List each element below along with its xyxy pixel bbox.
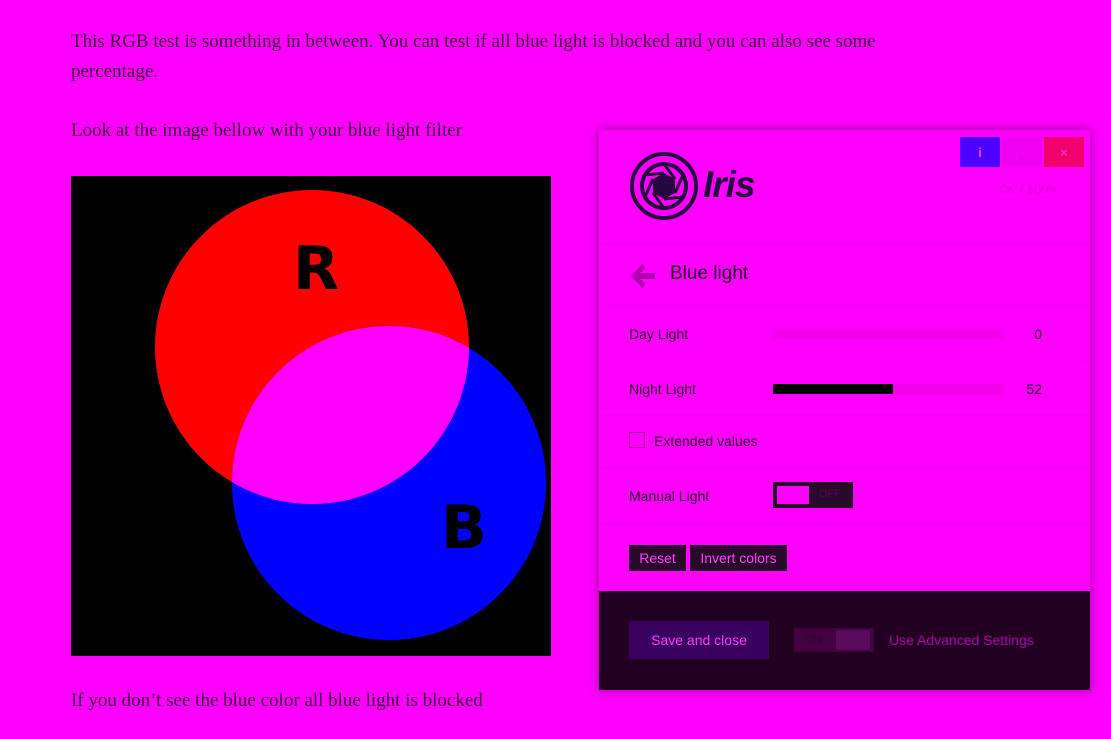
manual-light-toggle[interactable]: OFF	[773, 482, 853, 508]
divider	[599, 305, 1090, 306]
divider	[599, 524, 1090, 525]
extended-values-checkbox[interactable]	[629, 432, 645, 448]
panel-footer: Save and close ON Use Advanced Settings	[599, 591, 1090, 690]
iris-logo-text: Iris	[703, 164, 756, 205]
iris-logo-icon	[629, 151, 699, 226]
info-button[interactable]: i	[960, 137, 1000, 167]
manual-light-label: Manual Light	[629, 488, 710, 504]
article-paragraph-intro: This RGB test is something in between. Y…	[71, 31, 876, 82]
manual-light-toggle-state: OFF	[819, 488, 841, 500]
day-light-label: Day Light	[629, 326, 689, 342]
article-paragraph-conclusion: If you don’t see the blue color all blue…	[71, 690, 483, 711]
status-text: 0K / 100%	[1000, 182, 1060, 197]
invert-colors-button[interactable]: Invert colors	[690, 545, 787, 571]
night-light-slider-fill	[773, 384, 893, 394]
night-light-value: 52	[1026, 381, 1042, 397]
divider	[599, 415, 1090, 416]
extended-values-label[interactable]: Extended values	[654, 433, 758, 449]
toggle-knob	[777, 486, 809, 504]
back-arrow-icon[interactable]	[629, 263, 657, 294]
night-light-slider[interactable]	[773, 384, 1003, 394]
iris-panel: i _ × Iris 0K / 100% Blue light Day Ligh…	[599, 130, 1090, 690]
section-title: Blue light	[670, 263, 749, 284]
close-button[interactable]: ×	[1044, 137, 1084, 167]
day-light-slider[interactable]	[773, 329, 1003, 339]
article-paragraph-instruction: Look at the image bellow with your blue …	[71, 120, 462, 141]
red-label: R	[293, 234, 339, 304]
reset-button[interactable]: Reset	[629, 545, 686, 571]
save-and-close-button[interactable]: Save and close	[629, 621, 769, 659]
divider	[599, 361, 1090, 362]
advanced-settings-label[interactable]: Use Advanced Settings	[889, 632, 1034, 648]
divider	[599, 243, 1090, 244]
rgb-test-image: R B	[71, 176, 551, 656]
advanced-toggle-state: ON	[804, 632, 822, 646]
blue-label: B	[441, 493, 487, 563]
minimize-button[interactable]: _	[1002, 137, 1042, 167]
toggle-knob	[836, 630, 870, 650]
night-light-label: Night Light	[629, 381, 696, 397]
day-light-value: 0	[1034, 326, 1042, 342]
divider	[599, 467, 1090, 468]
advanced-settings-toggle[interactable]: ON	[794, 628, 874, 652]
